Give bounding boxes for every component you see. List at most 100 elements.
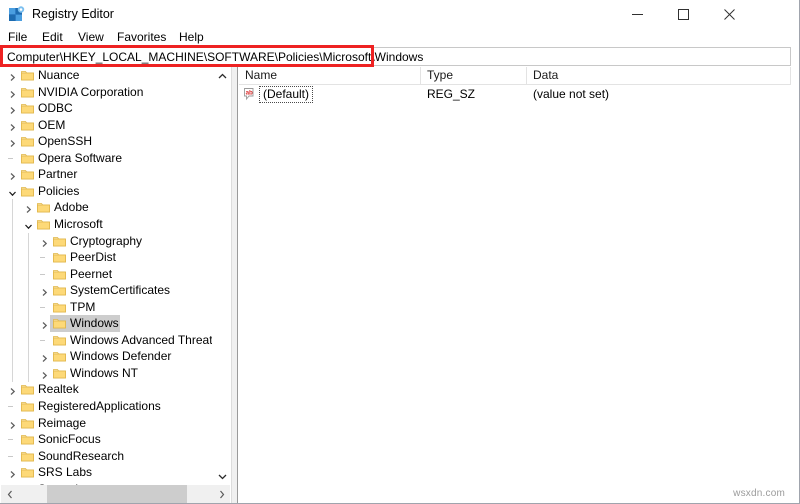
tree-expand-toggle[interactable]	[8, 468, 17, 479]
tree-expand-toggle[interactable]	[24, 203, 33, 214]
tree-item-systemcertificates[interactable]: SystemCertificates	[1, 282, 213, 300]
folder-icon	[21, 418, 34, 428]
menu-help[interactable]: Help	[179, 30, 204, 45]
tree-collapse-toggle[interactable]	[24, 220, 33, 230]
tree-item-tpm[interactable]: TPM	[1, 298, 213, 316]
tree-item-label: Windows NT	[70, 365, 139, 380]
folder-icon	[21, 103, 34, 114]
tree-item-microsoft[interactable]: Microsoft	[1, 215, 213, 233]
tree-item-openssh[interactable]: OpenSSH	[1, 133, 213, 150]
minimize-button[interactable]	[614, 0, 660, 29]
tree-item-label: Opera Software	[38, 150, 123, 165]
tree-collapse-toggle[interactable]	[8, 187, 17, 196]
tree-item-windows-nt[interactable]: Windows NT	[1, 364, 213, 382]
registry-editor-window: Registry Editor File Edit View Favorites Hel…	[0, 0, 800, 504]
scroll-down-button[interactable]	[213, 468, 231, 485]
tree-item-cryptography[interactable]: Cryptography	[1, 232, 213, 250]
tree-expand-toggle[interactable]	[40, 237, 49, 247]
scroll-left-button[interactable]	[1, 485, 18, 503]
tree-leaf-marker	[40, 339, 45, 341]
tree-expand-toggle[interactable]	[8, 137, 17, 148]
tree-horizontal-scrollbar[interactable]	[1, 485, 230, 503]
tree-expand-toggle[interactable]	[8, 71, 17, 81]
tree-item-windows-defender[interactable]: Windows Defender	[1, 348, 213, 366]
tree-vertical-scrollbar[interactable]	[212, 67, 231, 485]
table-row[interactable]: ab (Default) REG_SZ (value not set)	[239, 85, 791, 104]
tree-expand-toggle[interactable]	[40, 286, 49, 297]
tree-item-sonicfocus[interactable]: SonicFocus	[1, 431, 213, 448]
chevron-right-icon	[26, 206, 32, 214]
chevron-up-icon	[218, 73, 226, 78]
folder-icon	[53, 252, 66, 263]
tree-item-odbc[interactable]: ODBC	[1, 100, 213, 117]
tree-item-nvidia-corporation[interactable]: NVIDIA Corporation	[1, 84, 213, 101]
folder-icon	[21, 169, 34, 180]
tree-item-registeredapplications[interactable]: RegisteredApplications	[1, 398, 213, 415]
column-header-type[interactable]: Type	[421, 67, 527, 84]
tree-item-soundresearch[interactable]: SoundResearch	[1, 448, 213, 465]
chevron-down-icon	[9, 191, 16, 196]
tree-horizontal-scroll-thumb[interactable]	[47, 485, 187, 503]
address-bar[interactable]: Computer\HKEY_LOCAL_MACHINE\SOFTWARE\Pol…	[1, 47, 791, 66]
tree-expand-toggle[interactable]	[8, 121, 17, 131]
tree-expand-toggle[interactable]	[40, 369, 49, 379]
menu-file[interactable]: File	[8, 30, 27, 45]
folder-icon	[21, 153, 34, 164]
tree-guide-line	[12, 232, 13, 250]
tree-item-label: RegisteredApplications	[38, 399, 161, 413]
registry-tree[interactable]: Nuance NVIDIA Corporation ODBC OEM OpenSSH Op…	[1, 67, 213, 485]
tree-expand-toggle[interactable]	[8, 88, 17, 98]
folder-icon	[53, 269, 66, 279]
panel-splitter[interactable]	[231, 67, 238, 503]
folder-icon	[21, 435, 34, 445]
menu-favorites[interactable]: Favorites	[117, 30, 166, 45]
tree-expand-toggle[interactable]	[8, 419, 17, 429]
tree-item-windows-advanced-threat-protec[interactable]: Windows Advanced Threat Protec	[1, 331, 213, 349]
menu-view[interactable]: View	[78, 30, 104, 45]
chevron-right-icon	[42, 289, 48, 297]
tree-expand-toggle[interactable]	[8, 385, 17, 396]
tree-item-oem[interactable]: OEM	[1, 117, 213, 134]
tree-leaf-marker	[8, 439, 13, 441]
folder-icon	[53, 236, 66, 247]
tree-item-peerdist[interactable]: PeerDist	[1, 249, 213, 267]
chevron-right-icon	[10, 471, 16, 479]
tree-item-label: SonicFocus	[38, 432, 101, 447]
tree-item-label: TPM	[70, 299, 96, 314]
scroll-right-button[interactable]	[213, 485, 230, 503]
value-name[interactable]: (Default)	[259, 86, 314, 103]
tree-item-adobe[interactable]: Adobe	[1, 199, 213, 217]
tree-item-opera-software[interactable]: Opera Software	[1, 150, 213, 167]
maximize-button[interactable]	[660, 0, 706, 29]
column-header-data[interactable]: Data	[527, 67, 791, 84]
tree-guide-line	[12, 265, 13, 283]
chevron-right-icon	[10, 123, 16, 131]
tree-item-label: Realtek	[38, 382, 79, 397]
registry-editor-icon	[8, 6, 25, 23]
folder-icon	[21, 468, 34, 478]
column-header-name[interactable]: Name	[239, 67, 421, 84]
close-button[interactable]	[706, 0, 752, 29]
tree-item-peernet[interactable]: Peernet	[1, 265, 213, 283]
tree-item-partner[interactable]: Partner	[1, 166, 213, 183]
tree-item-policies[interactable]: Policies	[1, 183, 213, 200]
tree-expand-toggle[interactable]	[40, 352, 49, 363]
tree-item-reimage[interactable]: Reimage	[1, 415, 213, 432]
scroll-up-button[interactable]	[213, 67, 231, 84]
folder-icon	[21, 385, 34, 395]
menu-edit[interactable]: Edit	[42, 30, 63, 45]
tree-expand-toggle[interactable]	[8, 170, 17, 181]
registry-tree-panel: Nuance NVIDIA Corporation ODBC OEM OpenSSH Op…	[1, 67, 231, 503]
tree-expand-toggle[interactable]	[40, 319, 49, 330]
folder-icon	[21, 467, 34, 478]
tree-expand-toggle[interactable]	[8, 104, 17, 115]
folder-icon	[53, 302, 66, 313]
tree-item-label: Adobe	[54, 200, 89, 215]
folder-icon	[21, 120, 34, 131]
tree-item-srs-labs[interactable]: SRS Labs	[1, 464, 213, 481]
tree-item-nuance[interactable]: Nuance	[1, 67, 213, 84]
tree-guide-line	[12, 249, 13, 267]
tree-leaf-marker	[40, 257, 45, 259]
tree-item-realtek[interactable]: Realtek	[1, 381, 213, 398]
tree-item-windows[interactable]: Windows	[1, 315, 213, 333]
